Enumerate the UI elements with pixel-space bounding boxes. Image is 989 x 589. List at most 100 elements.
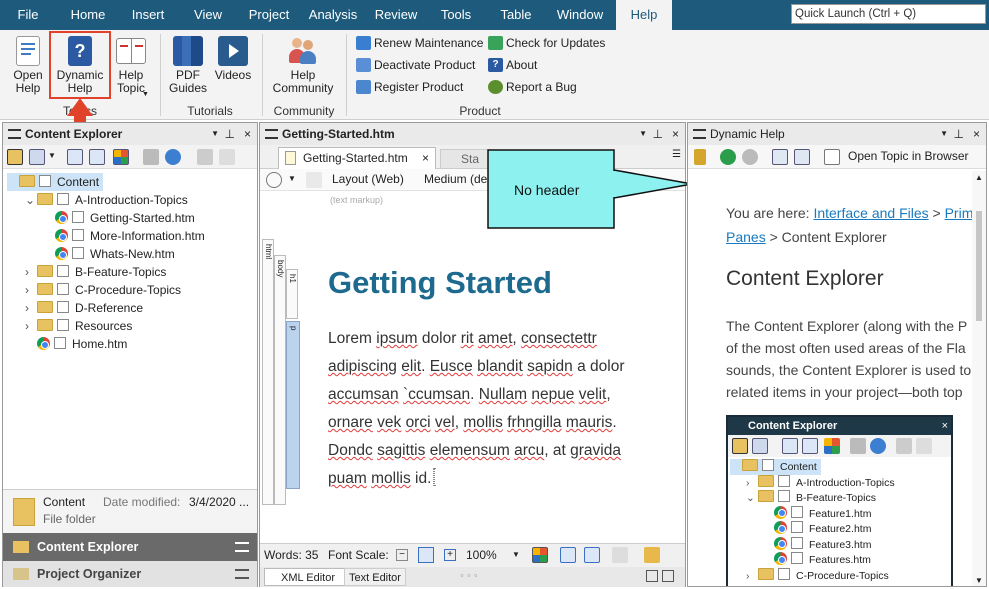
menu-view[interactable]: View xyxy=(186,0,230,30)
tree-checkbox[interactable] xyxy=(57,319,69,331)
ruler-icon[interactable] xyxy=(644,547,660,563)
tree-folder-item[interactable]: › Resources xyxy=(25,317,132,335)
renew-maintenance-button[interactable]: Renew Maintenance xyxy=(356,33,483,53)
menu-insert[interactable]: Insert xyxy=(124,0,172,30)
tree-checkbox[interactable] xyxy=(57,301,69,313)
scroll-thumb[interactable] xyxy=(976,211,982,321)
expand-down-icon[interactable]: ⌄ xyxy=(746,491,758,507)
tree-file-item[interactable]: Features.htm xyxy=(762,552,871,568)
tree-file-item[interactable]: Whats-New.htm xyxy=(43,245,175,263)
register-product-button[interactable]: Register Product xyxy=(356,77,463,97)
tree-icon[interactable] xyxy=(794,149,810,165)
tab-getting-started[interactable]: Getting-Started.htm × xyxy=(278,147,436,169)
tab-xml-editor[interactable]: XML Editor xyxy=(264,568,353,586)
close-icon[interactable]: × xyxy=(422,148,429,168)
tree-checkbox[interactable] xyxy=(791,552,803,564)
menu-help[interactable]: Help xyxy=(616,0,672,30)
menu-icon[interactable] xyxy=(235,542,249,552)
tree-checkbox[interactable] xyxy=(762,459,774,471)
close-icon[interactable]: × xyxy=(672,123,679,145)
tree-checkbox[interactable] xyxy=(72,229,84,241)
tree-checkbox[interactable] xyxy=(778,490,790,502)
more-dots-icon[interactable]: ◦ ◦ ◦ xyxy=(460,567,478,585)
preview-icon[interactable] xyxy=(266,172,282,188)
tree-folder-item[interactable]: › B-Feature-Topics xyxy=(25,263,166,281)
view-icon[interactable] xyxy=(29,149,45,165)
quick-launch-input[interactable]: Quick Launch (Ctrl + Q) xyxy=(791,4,986,24)
expand-right-icon[interactable]: › xyxy=(25,263,37,281)
tree-file-item[interactable]: Home.htm xyxy=(25,335,127,353)
breadcrumb-link[interactable]: Interface and Files xyxy=(813,205,928,221)
menu-table[interactable]: Table xyxy=(492,0,540,30)
collapse-all-icon[interactable] xyxy=(89,149,105,165)
deactivate-product-button[interactable]: Deactivate Product xyxy=(356,55,475,75)
spans-icon[interactable] xyxy=(584,547,600,563)
tree-checkbox[interactable] xyxy=(72,247,84,259)
expand-down-icon[interactable]: ⌄ xyxy=(25,191,37,209)
dynamic-help-button[interactable]: ? Dynamic Help xyxy=(49,31,111,99)
tree-checkbox[interactable] xyxy=(57,193,69,205)
toc-icon[interactable] xyxy=(772,149,788,165)
chevron-down-icon[interactable]: ▼ xyxy=(512,544,520,566)
medium-dropdown[interactable]: Medium (de xyxy=(424,172,487,186)
expand-right-icon[interactable]: › xyxy=(746,476,758,492)
check-updates-button[interactable]: Check for Updates xyxy=(488,33,605,53)
grid-icon[interactable] xyxy=(113,149,129,165)
tree-file-item[interactable]: Feature1.htm xyxy=(762,505,871,522)
layout-dropdown[interactable]: Layout (Web) xyxy=(332,172,404,186)
report-bug-button[interactable]: Report a Bug xyxy=(488,77,577,97)
refresh-icon[interactable] xyxy=(165,149,181,165)
tree-folder-item[interactable]: Content xyxy=(7,173,104,191)
gutter-html[interactable]: html xyxy=(262,239,274,505)
pin-icon[interactable]: ⊥ xyxy=(954,123,964,145)
help-topic-button[interactable]: Help Topic ▼ xyxy=(110,36,152,98)
tree-checkbox[interactable] xyxy=(778,567,790,580)
split-icon[interactable] xyxy=(646,570,658,582)
menu-window[interactable]: Window xyxy=(550,0,610,30)
pin-icon[interactable]: ⊥ xyxy=(653,123,663,145)
open-topic-in-browser[interactable]: Open Topic in Browser xyxy=(848,149,969,163)
up-icon[interactable] xyxy=(197,149,213,165)
menu-home[interactable]: Home xyxy=(64,0,112,30)
menu-file[interactable]: File xyxy=(8,0,48,30)
tree-folder-item[interactable]: Content xyxy=(730,459,821,475)
tree-file-item[interactable]: Feature2.htm xyxy=(762,521,871,537)
gutter-p[interactable]: p xyxy=(286,321,300,489)
tools-icon[interactable] xyxy=(612,547,628,563)
breadcrumb-link[interactable]: Prim xyxy=(945,205,974,221)
tree-checkbox[interactable] xyxy=(57,283,69,295)
tree-checkbox[interactable] xyxy=(72,211,84,223)
tree-checkbox[interactable] xyxy=(57,265,69,277)
tab-content-explorer[interactable]: Content Explorer xyxy=(3,533,257,561)
lock-icon[interactable] xyxy=(694,149,706,165)
zoom-reset-icon[interactable] xyxy=(418,547,434,563)
tree-checkbox[interactable] xyxy=(54,337,66,349)
breadcrumb-link[interactable]: Panes xyxy=(726,229,766,245)
back-icon[interactable] xyxy=(720,149,736,165)
split-icon[interactable] xyxy=(662,570,674,582)
menu-tools[interactable]: Tools xyxy=(432,0,480,30)
document-paragraph[interactable]: Lorem ipsum dolor rit amet, consectettr … xyxy=(328,325,648,493)
layout-icon[interactable] xyxy=(306,172,322,188)
tree-folder-item[interactable]: › D-Reference xyxy=(25,299,143,317)
tree-file-item[interactable]: Getting-Started.htm xyxy=(43,209,195,227)
scroll-down-icon[interactable]: ▼ xyxy=(975,576,983,585)
menu-analysis[interactable]: Analysis xyxy=(304,0,362,30)
page-icon[interactable] xyxy=(824,149,840,165)
help-scrollbar[interactable]: ▲ ▼ xyxy=(972,171,986,586)
tree-checkbox[interactable] xyxy=(39,175,51,187)
menu-project[interactable]: Project xyxy=(244,0,294,30)
tree-folder-item[interactable]: ⌄ B-Feature-Topics xyxy=(746,490,876,506)
expand-all-icon[interactable] xyxy=(67,149,83,165)
pdf-guides-button[interactable]: PDF Guides xyxy=(168,36,208,95)
tree-checkbox[interactable] xyxy=(791,521,803,533)
dropdown-arrow-icon[interactable]: ▼ xyxy=(211,123,219,145)
tree-folder-item[interactable]: › A-Introduction-Topics xyxy=(746,474,895,492)
dropdown-arrow-icon[interactable]: ▼ xyxy=(940,123,948,145)
grid-icon[interactable] xyxy=(532,547,548,563)
scroll-up-icon[interactable]: ▲ xyxy=(975,173,983,182)
expand-right-icon[interactable]: › xyxy=(25,317,37,335)
tree-file-item[interactable]: More-Information.htm xyxy=(43,227,205,245)
folder-icon[interactable] xyxy=(7,149,23,165)
help-community-button[interactable]: Help Community xyxy=(270,36,336,95)
